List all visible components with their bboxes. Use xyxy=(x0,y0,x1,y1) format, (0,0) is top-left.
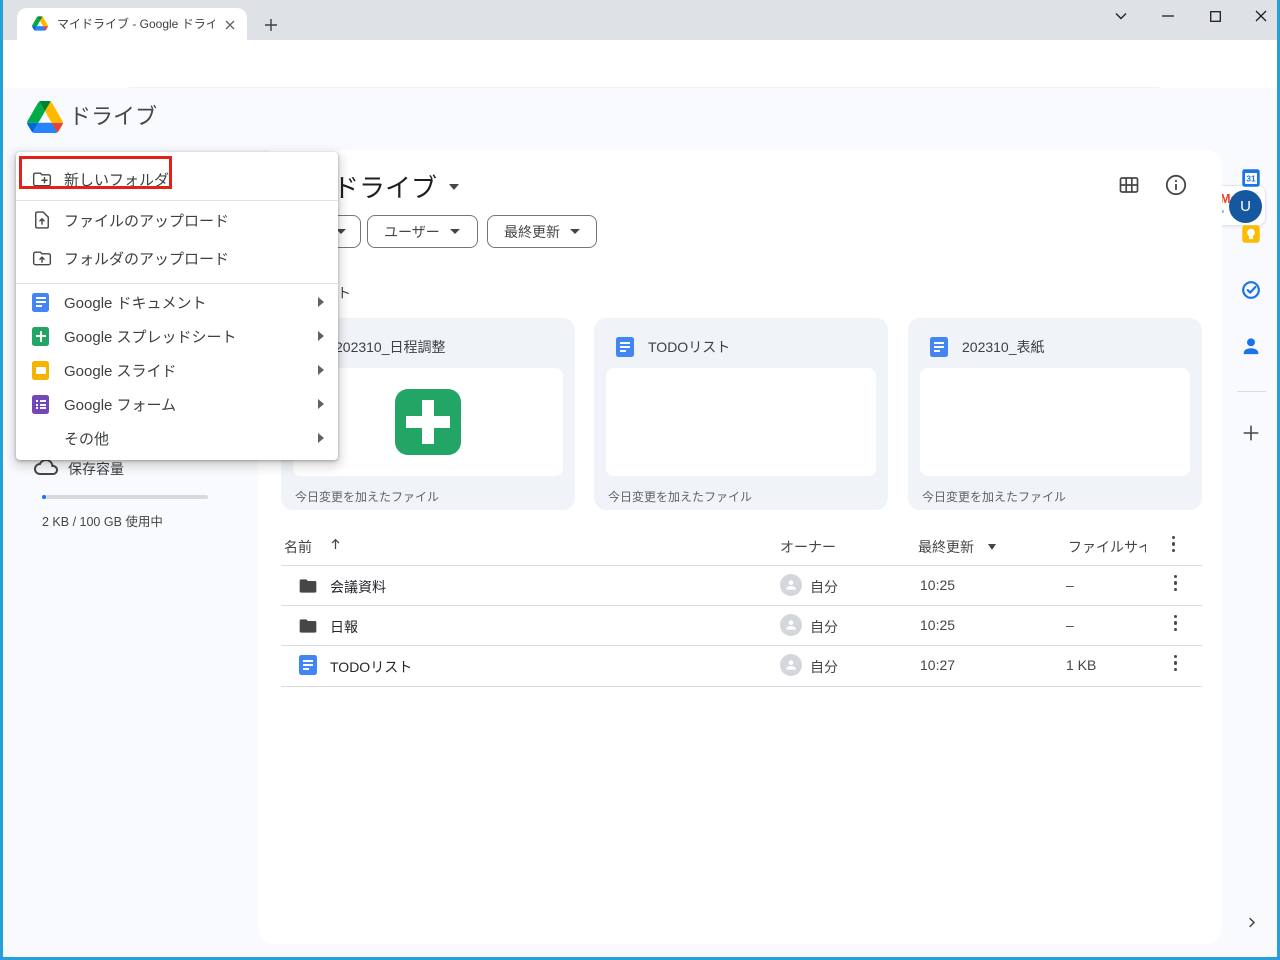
column-header-modified[interactable]: 最終更新 xyxy=(918,537,974,557)
info-icon[interactable] xyxy=(1164,173,1188,197)
new-menu: 新しいフォルダ ファイルのアップロード フォルダのアップロード Google ド… xyxy=(16,152,338,460)
sort-descending-icon[interactable] xyxy=(988,544,996,550)
file-preview xyxy=(920,368,1190,476)
storage-label[interactable]: 保存容量 xyxy=(68,459,124,479)
file-upload-icon xyxy=(32,210,52,230)
submenu-arrow-icon xyxy=(318,297,324,307)
row-options-icon[interactable] xyxy=(1174,655,1177,671)
menu-item-more[interactable]: その他 xyxy=(16,421,338,455)
title-bar: マイドライブ - Google ドライブ xyxy=(3,0,1277,40)
tab-search-icon[interactable] xyxy=(1106,2,1136,30)
table-row[interactable]: 会議資料 自分 10:25 – xyxy=(281,566,1202,605)
column-header-owner[interactable]: オーナー xyxy=(780,537,836,557)
svg-text:31: 31 xyxy=(1246,175,1256,184)
column-header-name[interactable]: 名前 xyxy=(284,537,312,557)
column-options-icon[interactable] xyxy=(1172,536,1175,552)
browser-toolbar: drive.google.com/drive/my-drive U xyxy=(3,40,1277,88)
divider xyxy=(281,686,1202,687)
column-header-size[interactable]: ファイルサイズ xyxy=(1068,537,1146,557)
row-options-icon[interactable] xyxy=(1174,575,1177,591)
row-options-icon[interactable] xyxy=(1174,615,1177,631)
filter-chip-user[interactable]: ユーザー xyxy=(367,215,478,248)
menu-item-google-forms[interactable]: Google フォーム xyxy=(16,387,338,421)
menu-item-folder-upload[interactable]: フォルダのアップロード xyxy=(16,239,338,277)
product-name: ドライブ xyxy=(69,88,157,146)
docs-icon xyxy=(930,337,948,357)
file-card[interactable]: TODOリスト 今日変更を加えたファイル xyxy=(594,318,888,510)
drive-header: ドライブ ドライブで検索 ? ECCS Cloud Mail U xyxy=(3,88,1277,146)
divider xyxy=(16,283,338,284)
window-close-button[interactable] xyxy=(1246,2,1276,30)
new-tab-button[interactable] xyxy=(259,13,283,37)
submenu-arrow-icon xyxy=(318,399,324,409)
menu-item-google-slides[interactable]: Google スライド xyxy=(16,353,338,387)
divider xyxy=(1237,391,1266,392)
browser-window: マイドライブ - Google ドライブ xyxy=(0,0,1280,960)
storage-progress-bar xyxy=(42,495,208,499)
folder-icon xyxy=(298,616,318,636)
submenu-arrow-icon xyxy=(318,365,324,375)
drive-favicon xyxy=(32,16,48,31)
sheets-logo xyxy=(395,389,461,455)
keep-icon[interactable] xyxy=(1240,223,1262,245)
submenu-arrow-icon xyxy=(318,433,324,443)
sheets-icon xyxy=(32,327,49,346)
forms-icon xyxy=(32,395,49,414)
grid-view-icon[interactable] xyxy=(1117,173,1141,197)
sort-ascending-icon[interactable] xyxy=(328,536,343,552)
menu-item-google-docs[interactable]: Google ドキュメント xyxy=(16,285,338,319)
collapse-panel-chevron-icon[interactable] xyxy=(1244,915,1259,930)
add-addon-icon[interactable] xyxy=(1240,422,1262,444)
table-row[interactable]: 日報 自分 10:25 – xyxy=(281,606,1202,645)
tasks-icon[interactable] xyxy=(1240,279,1262,301)
drive-profile-avatar[interactable]: U xyxy=(1229,190,1262,223)
chevron-down-icon xyxy=(450,229,460,234)
file-card[interactable]: 202310_表紙 今日変更を加えたファイル xyxy=(908,318,1202,510)
storage-progress-fill xyxy=(42,495,46,499)
docs-icon xyxy=(32,293,49,312)
slides-icon xyxy=(32,361,49,380)
owner-avatar xyxy=(780,574,802,596)
window-minimize-button[interactable] xyxy=(1153,2,1183,30)
browser-tab[interactable]: マイドライブ - Google ドライブ xyxy=(17,8,247,40)
contacts-icon[interactable] xyxy=(1240,335,1262,357)
filter-chip-modified[interactable]: 最終更新 xyxy=(487,215,597,248)
menu-item-file-upload[interactable]: ファイルのアップロード xyxy=(16,201,338,239)
tab-close-icon[interactable] xyxy=(221,16,239,34)
folder-icon xyxy=(298,576,318,596)
table-row[interactable]: TODOリスト 自分 10:27 1 KB xyxy=(281,646,1202,686)
owner-avatar xyxy=(780,654,802,676)
owner-avatar xyxy=(780,614,802,636)
window-border xyxy=(0,0,3,960)
tutorial-highlight-box xyxy=(19,156,172,189)
storage-usage-text: 2 KB / 100 GB 使用中 xyxy=(42,511,163,530)
docs-icon xyxy=(616,337,634,357)
chevron-down-icon xyxy=(570,229,580,234)
menu-item-google-sheets[interactable]: Google スプレッドシート xyxy=(16,319,338,353)
calendar-icon[interactable]: 31 xyxy=(1240,167,1262,189)
drive-logo[interactable] xyxy=(27,101,63,133)
folder-upload-icon xyxy=(32,248,52,268)
submenu-arrow-icon xyxy=(318,331,324,341)
docs-icon xyxy=(299,655,317,675)
file-preview xyxy=(606,368,876,476)
window-maximize-button[interactable] xyxy=(1200,2,1230,30)
tab-title: マイドライブ - Google ドライブ xyxy=(57,8,215,40)
chevron-down-icon xyxy=(449,184,459,190)
